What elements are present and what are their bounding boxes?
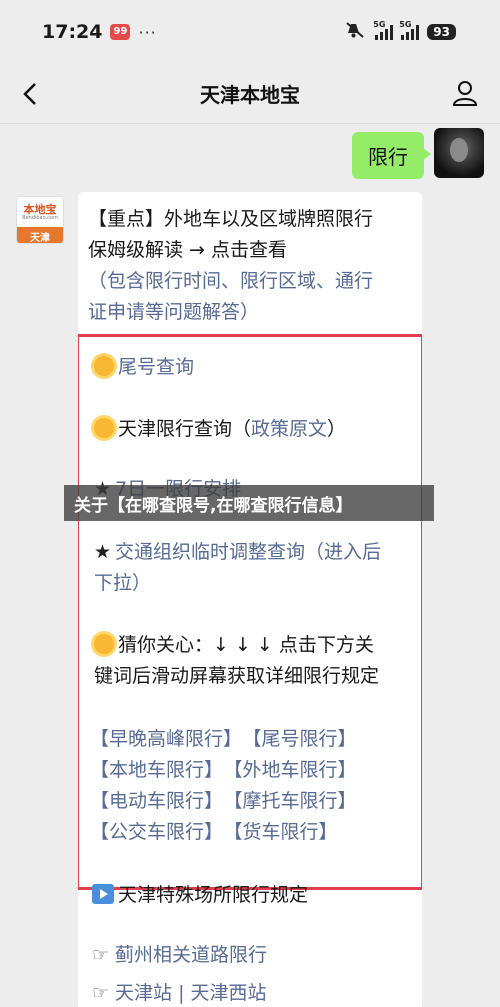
tag-bus[interactable]: 【公交车限行】 <box>90 821 223 843</box>
mute-icon <box>345 21 367 43</box>
overlay-title-banner: 关于【在哪查限号,在哪查限行信息】 <box>64 485 434 521</box>
profile-icon[interactable] <box>450 78 480 108</box>
intro-sub-2: 证申请等问题解答） <box>88 301 260 323</box>
menu-tail-number[interactable]: 尾号查询 <box>94 352 194 383</box>
status-bar: 17:24 99 ··· 5G 5G 93 <box>0 0 500 64</box>
user-avatar[interactable] <box>434 128 484 178</box>
user-message-row: 限行 <box>352 128 484 179</box>
tag-tail-number[interactable]: 【尾号限行】 <box>252 728 357 750</box>
tag-outside-car[interactable]: 【外地车限行】 <box>233 759 357 781</box>
chat-area: 限行 本地宝 Bendibao.com 天津 【重点】外地车以及区域牌照限行 保… <box>0 124 500 1007</box>
tag-truck[interactable]: 【货车限行】 <box>233 821 338 843</box>
bot-avatar-city: 天津 <box>17 227 63 243</box>
pointing-hand-icon: ☞ <box>92 982 110 1004</box>
intro-text[interactable]: 【重点】外地车以及区域牌照限行 保姆级解读 → 点击查看 （包含限行时间、限行区… <box>88 204 414 328</box>
battery-icon: 93 <box>427 24 456 40</box>
menu-jizhou-roads[interactable]: ☞ 蓟州相关道路限行 <box>92 940 267 971</box>
bot-avatar-domain: Bendibao.com <box>22 214 58 221</box>
status-left: 17:24 99 ··· <box>42 21 157 43</box>
tag-row-4: 【公交车限行】 【货车限行】 <box>90 817 348 848</box>
signal-icon-2: 5G <box>399 20 420 40</box>
policy-link[interactable]: 政策原文 <box>251 418 327 440</box>
menu-guess: 猜你关心：↓ ↓ ↓ 点击下方关 键词后滑动屏幕获取详细限行规定 <box>94 634 380 687</box>
tag-peak-hour[interactable]: 【早晚高峰限行】 <box>90 728 242 750</box>
bot-message-bubble: 【重点】外地车以及区域牌照限行 保姆级解读 → 点击查看 （包含限行时间、限行区… <box>78 192 422 1007</box>
menu-traffic-adjust[interactable]: ★ 交通组织临时调整查询（进入后 下拉） <box>94 537 381 599</box>
nav-bar: 天津本地宝 <box>0 64 500 124</box>
menu-tianjin-query[interactable]: 天津限行查询（政策原文） <box>94 414 346 445</box>
tag-local-car[interactable]: 【本地车限行】 <box>90 759 223 781</box>
menu-special-places[interactable]: 天津特殊场所限行规定 <box>92 880 308 911</box>
tag-electric[interactable]: 【电动车限行】 <box>90 790 223 812</box>
notification-badge-icon: 99 <box>110 24 131 40</box>
sun-icon <box>94 418 114 438</box>
play-icon <box>92 884 114 904</box>
bot-avatar-brand: 本地宝 <box>23 202 57 216</box>
status-time: 17:24 <box>42 21 103 43</box>
signal-icon: 5G <box>373 20 394 40</box>
menu-stations[interactable]: ☞ 天津站 | 天津西站 <box>92 978 267 1007</box>
more-notifications-icon: ··· <box>138 22 157 42</box>
sun-icon <box>94 634 114 654</box>
intro-line-1: 【重点】外地车以及区域牌照限行 <box>88 208 374 230</box>
status-right: 5G 5G 93 <box>345 20 456 43</box>
tag-motorcycle[interactable]: 【摩托车限行】 <box>233 790 357 812</box>
tag-row-1: 【早晚高峰限行】 【尾号限行】 <box>90 724 367 755</box>
bot-avatar[interactable]: 本地宝 Bendibao.com 天津 <box>16 196 64 244</box>
chat-title: 天津本地宝 <box>200 83 300 107</box>
pointing-hand-icon: ☞ <box>92 944 110 966</box>
intro-sub-1: （包含限行时间、限行区域、通行 <box>88 270 374 292</box>
tag-row-2: 【本地车限行】 【外地车限行】 <box>90 755 367 786</box>
star-icon: ★ <box>94 541 112 563</box>
intro-line-2: 保姆级解读 → 点击查看 <box>88 239 287 261</box>
sun-icon <box>94 356 114 376</box>
user-message-bubble[interactable]: 限行 <box>352 132 431 179</box>
tag-row-3: 【电动车限行】 【摩托车限行】 <box>90 786 367 817</box>
back-arrow-icon[interactable] <box>16 80 44 108</box>
